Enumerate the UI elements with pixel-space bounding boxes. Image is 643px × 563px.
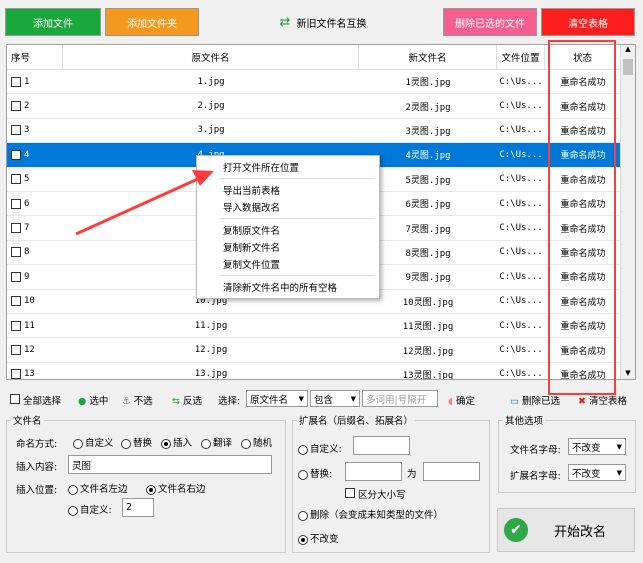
insert-content-label: 插入内容: [16,462,58,473]
ext-case-select[interactable]: 不改变 ▼ [568,464,626,481]
start-label: 开始改名 [554,524,607,540]
field-select[interactable]: 原文件名 ▼ [246,390,308,407]
chevron-down-icon: ▼ [350,394,356,403]
ext-unchanged-radio[interactable]: 不改变 [298,531,339,545]
check-circle-icon: ✔ [504,518,528,542]
ext-custom-radio[interactable]: 自定义: [298,441,342,455]
custom-position-input[interactable]: 2 [122,498,154,517]
naming-method-label: 命名方式: [16,439,58,450]
ext-replace-to-input[interactable] [423,462,480,481]
insert-content-input[interactable]: 灵图 [68,455,272,474]
choose-label: 选择: [218,396,241,407]
keyword-input[interactable]: 多词用|号隔开 [362,390,438,407]
ext-custom-input[interactable] [353,436,410,455]
ext-to-label: 为 [407,469,417,480]
method-custom-radio[interactable]: 自定义 [73,435,114,449]
select-all-checkbox[interactable]: 全部选择 [10,393,61,407]
method-replace-radio[interactable]: 替换 [121,435,152,449]
mode-select[interactable]: 包含 ▼ [310,390,360,407]
ext-case-label: 扩展名字母: [510,471,561,482]
chevron-down-icon: ▼ [616,468,622,477]
chevron-down-icon: ▼ [298,394,304,403]
pos-left-radio[interactable]: 文件名左边 [68,481,128,495]
pos-right-radio[interactable]: 文件名右边 [146,481,206,495]
method-translate-radio[interactable]: 翻译 [201,435,232,449]
document-icon: ▭ [510,396,519,407]
ext-case-checkbox[interactable]: 区分大小写 [345,487,406,501]
name-case-label: 文件名字母: [510,445,561,456]
method-insert-radio[interactable]: 插入 [161,435,192,449]
method-random-radio[interactable]: 随机 [241,435,272,449]
name-case-select[interactable]: 不改变 ▼ [568,438,626,455]
eraser-icon: ◖ [448,396,454,407]
delete-selected-button[interactable]: ▭ 删除已选 [510,393,560,407]
anchor-icon: ⚓ [122,396,131,407]
confirm-button[interactable]: ◖ 确定 [448,393,475,407]
chevron-down-icon: ▼ [616,442,622,451]
close-icon: ✖ [578,396,586,407]
invert-button[interactable]: ⇆ 反选 [172,393,202,407]
insert-position-label: 插入位置: [16,485,58,496]
pos-custom-radio[interactable]: 自定义: [68,502,112,516]
check-circle-icon: ● [78,396,87,407]
start-rename-button[interactable]: ✔ 开始改名 [497,508,635,552]
unselect-button[interactable]: ⚓ 不选 [122,393,153,407]
select-button[interactable]: ● 选中 [78,393,108,407]
ext-replace-radio[interactable]: 替换: [298,466,332,480]
invert-icon: ⇆ [172,396,180,407]
ext-delete-radio[interactable]: 删除（会变成未知类型的文件） [298,507,443,521]
checkbox-icon [10,394,20,404]
clear-table-small-button[interactable]: ✖ 清空表格 [578,393,627,407]
ext-replace-from-input[interactable] [345,462,402,481]
